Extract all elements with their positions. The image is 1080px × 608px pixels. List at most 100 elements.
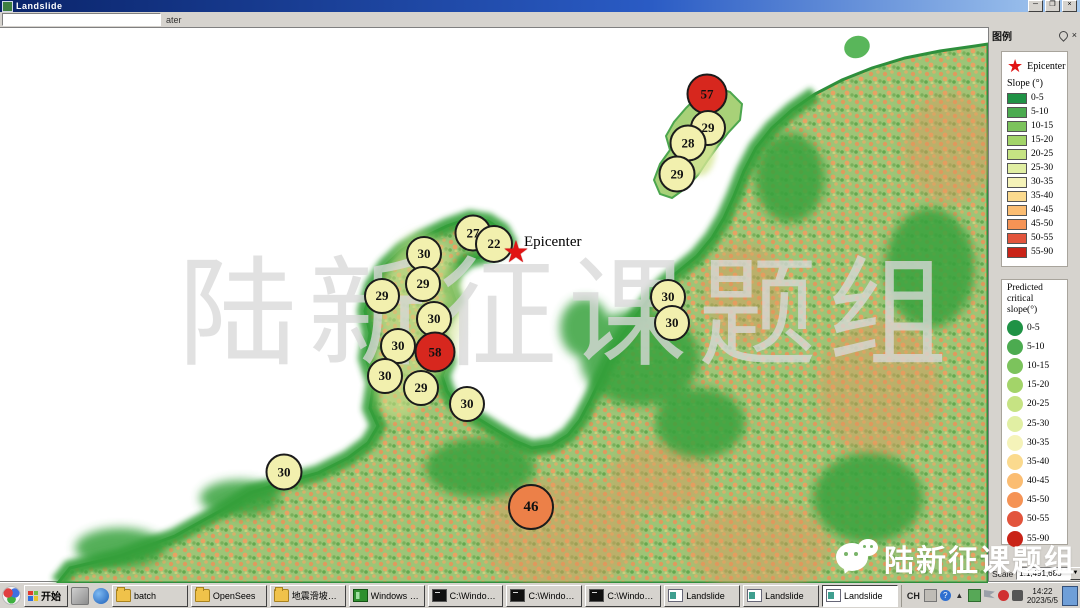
windows-flag-icon [28, 591, 38, 601]
taskbar-window-button[interactable]: Landslide [743, 585, 819, 607]
slope-marker[interactable]: 29 [403, 370, 439, 406]
legend-row: 0-5 [1007, 318, 1067, 337]
marker-value: 22 [488, 236, 501, 252]
taskbar-window-button[interactable]: C:\Windows\s... [585, 585, 661, 607]
taskbar-window-button[interactable]: Landslide [664, 585, 740, 607]
legend-row: 20-25 [1007, 147, 1067, 161]
close-button[interactable]: × [1062, 0, 1077, 12]
input-language-indicator[interactable]: CH [907, 591, 920, 601]
legend-color-swatch [1007, 233, 1027, 244]
taskbar-window-label: OpenSees [213, 591, 256, 601]
legend-circle-swatch [1007, 492, 1023, 508]
taskbar-window-button[interactable]: C:\Windows\s... [506, 585, 582, 607]
legend-range-label: 20-25 [1027, 399, 1049, 409]
legend-close-icon[interactable]: × [1072, 31, 1077, 40]
start-button[interactable]: 开始 [24, 585, 68, 607]
legend-color-swatch [1007, 163, 1027, 174]
taskbar-window-button[interactable]: C:\Windows\s... [428, 585, 504, 607]
toolbar: ater [0, 12, 1080, 28]
legend-circle-swatch [1007, 511, 1023, 527]
pin-icon[interactable] [1057, 29, 1070, 42]
taskbar-window-button[interactable]: batch [112, 585, 188, 607]
slope-marker[interactable]: 58 [415, 332, 456, 373]
app-icon [2, 1, 13, 12]
slope-marker[interactable]: 57 [687, 74, 728, 115]
legend-circle-swatch [1007, 473, 1023, 489]
device-tray-icon[interactable] [1012, 590, 1023, 601]
maximize-button[interactable]: ❐ [1045, 0, 1060, 12]
legend-range-label: 10-15 [1031, 121, 1053, 131]
legend-range-label: 45-50 [1027, 495, 1049, 505]
legend-circle-swatch [1007, 454, 1023, 470]
slope-marker[interactable]: 29 [659, 156, 696, 193]
marker-value: 28 [682, 135, 695, 151]
marker-value: 30 [666, 315, 679, 331]
slope-marker[interactable]: 30 [266, 454, 303, 491]
critical-slope-legend-box: Predicted critical slope(°) 0-5 5-10 10-… [1001, 279, 1068, 545]
taskbar-window-label: Landslide [844, 591, 883, 601]
slope-marker[interactable]: 46 [508, 484, 554, 530]
taskbar-window-button[interactable]: Windows 任务... [349, 585, 425, 607]
system-tray: CH ? ▲ 14:22 2023/5/5 [901, 585, 1078, 607]
legend-range-label: 50-55 [1031, 233, 1053, 243]
flag-tray-icon[interactable] [984, 590, 995, 601]
marker-value: 29 [671, 166, 684, 182]
legend-row: 50-55 [1007, 231, 1067, 245]
legend-header: 图例 × [989, 27, 1080, 43]
colored-circles-app-icon[interactable] [2, 586, 21, 605]
slope-marker[interactable]: 30 [654, 305, 690, 341]
marker-value: 30 [428, 311, 441, 327]
legend-range-label: 55-90 [1031, 247, 1053, 257]
marker-value: 30 [278, 464, 291, 480]
legend-color-swatch [1007, 219, 1027, 230]
legend-row: 45-50 [1007, 217, 1067, 231]
legend-range-label: 35-40 [1027, 457, 1049, 467]
layer-combo-input[interactable] [2, 13, 161, 26]
legend-color-swatch [1007, 121, 1027, 132]
quicklaunch-gray-icon[interactable] [71, 587, 89, 605]
show-desktop-button[interactable] [1062, 586, 1078, 606]
taskbar-window-label: Landslide [765, 591, 804, 601]
legend-circle-swatch [1007, 416, 1023, 432]
slope-marker[interactable]: 30 [367, 358, 403, 394]
map-canvas[interactable]: 陆新征课题组 ★ Epicenter 57 29 28 29 27 [0, 27, 988, 583]
marker-value: 46 [524, 499, 539, 516]
legend-epicenter-star-icon: ★ [1007, 57, 1023, 75]
toolbar-partial-label: ater [166, 15, 182, 25]
legend-row: 5-10 [1007, 105, 1067, 119]
taskbar-window-label: Windows 任务... [371, 589, 421, 602]
printer-tray-icon[interactable] [924, 589, 937, 602]
green-tray-icon[interactable] [968, 589, 981, 602]
expand-tray-icon[interactable]: ▲ [954, 590, 965, 601]
alert-tray-icon[interactable] [998, 590, 1009, 601]
clock: 14:22 2023/5/5 [1027, 587, 1058, 605]
quicklaunch-blue-icon[interactable] [93, 588, 109, 604]
legend-range-label: 25-30 [1027, 419, 1049, 429]
legend-range-label: 40-45 [1027, 476, 1049, 486]
slope-marker[interactable]: 29 [364, 278, 400, 314]
legend-range-label: 50-55 [1027, 514, 1049, 524]
slope-marker[interactable]: 30 [449, 386, 485, 422]
legend-color-swatch [1007, 247, 1027, 258]
taskbar-window-label: C:\Windows\s... [450, 591, 500, 601]
taskbar-window-icon [747, 589, 762, 602]
legend-row: 35-40 [1007, 452, 1067, 471]
taskbar-window-button[interactable]: Landslide [822, 585, 898, 607]
marker-value: 30 [461, 396, 474, 412]
legend-color-swatch [1007, 191, 1027, 202]
taskbar-window-button[interactable]: OpenSees [191, 585, 267, 607]
legend-row: 15-20 [1007, 376, 1067, 395]
help-tray-icon[interactable]: ? [940, 590, 951, 601]
critical-legend-rows: 0-5 5-10 10-15 15-20 [1007, 318, 1067, 548]
taskbar-window-button[interactable]: 地震滑坡计算... [270, 585, 346, 607]
taskbar-window-icon [116, 589, 131, 602]
start-label: 开始 [41, 588, 61, 603]
slope-marker[interactable]: 29 [405, 266, 441, 302]
window-titlebar: Landslide ─ ❐ × [0, 0, 1080, 12]
legend-range-label: 15-20 [1031, 135, 1053, 145]
bottom-watermark-text: 陆新征课题组 [884, 536, 1076, 580]
minimize-button[interactable]: ─ [1028, 0, 1043, 12]
legend-row: 5-10 [1007, 337, 1067, 356]
slope-legend-title: Slope (°) [1007, 78, 1067, 89]
legend-row: 55-90 [1007, 245, 1067, 259]
